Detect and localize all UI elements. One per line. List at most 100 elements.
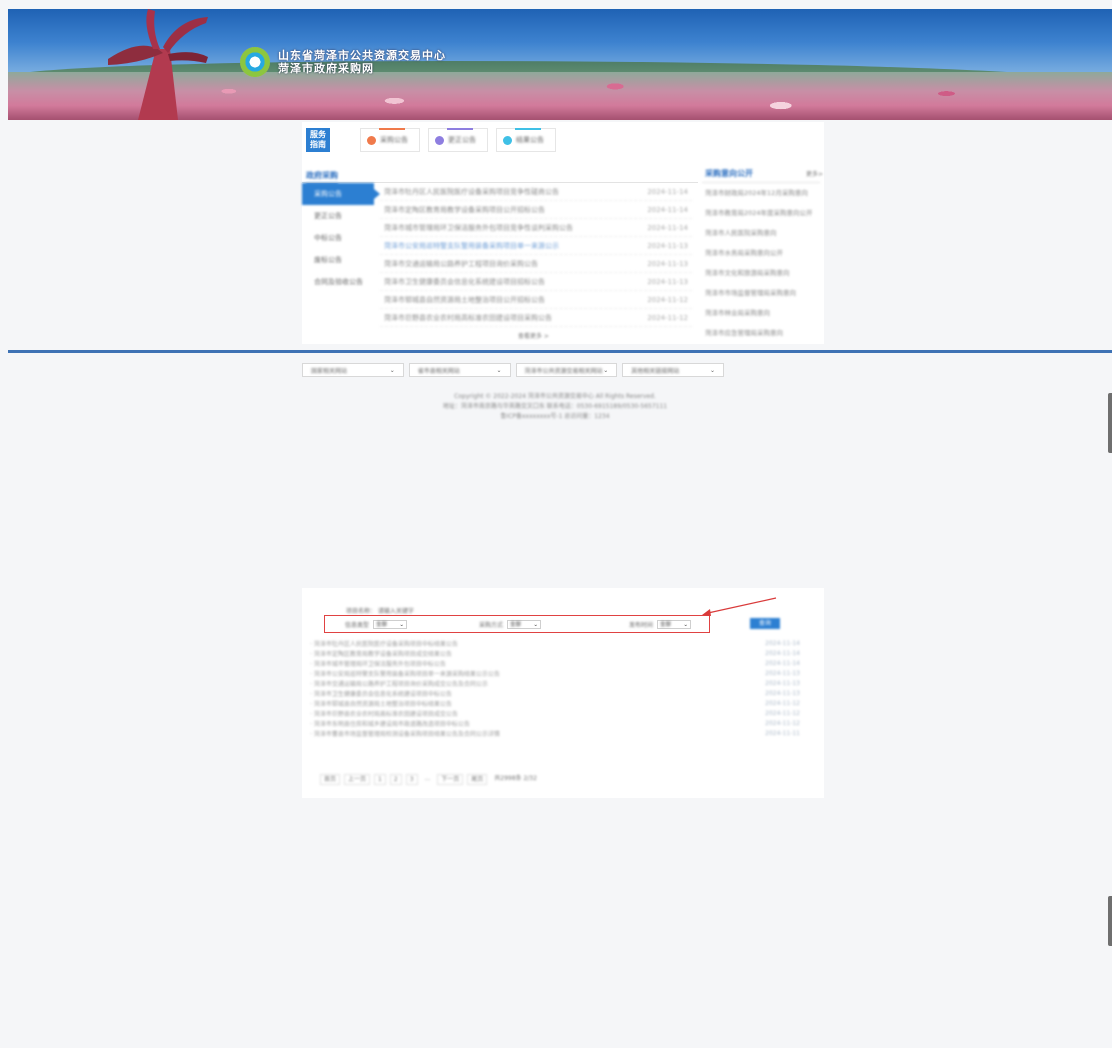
tab-accent-bar — [379, 128, 405, 130]
chevron-down-icon: ⌄ — [603, 366, 609, 374]
notice-title[interactable]: 菏泽市巨野县农业农村局高标准农田建设项目采购公告 — [384, 313, 552, 323]
chevron-down-icon: ⌄ — [683, 621, 689, 628]
links-select-province[interactable]: 省市县相关网站 ⌄ — [408, 363, 511, 377]
first-page-button[interactable]: 首页 — [320, 774, 341, 785]
list-item[interactable]: 菏泽市教育局2024年度采购意向公开 — [702, 203, 820, 223]
side-more-link[interactable]: 更多> — [806, 169, 823, 178]
service-tabs: 服务 指南 采购公告 更正公告 结果公告 — [302, 122, 824, 158]
table-row[interactable]: · 菏泽市公安局巡特警支队警用装备采购项目单一来源采购结果公示公告 2024-11… — [310, 668, 800, 678]
category-item[interactable]: 更正公告 — [302, 205, 374, 227]
table-row[interactable]: · 菏泽市定陶区教育局教学设备采购项目成交结果公告 2024-11-14 — [310, 648, 800, 658]
table-row[interactable]: · 菏泽市城市管理局环卫保洁服务外包项目中标公告 2024-11-14 — [310, 658, 800, 668]
tab-label: 采购公告 — [380, 136, 408, 144]
notice-title[interactable]: 菏泽市交通运输局公路养护工程项目询价采购公告 — [384, 259, 538, 269]
result-title[interactable]: · 菏泽市东明县住房和城乡建设局市政道路改造项目中标公告 — [310, 719, 470, 728]
category-item[interactable]: 废标公告 — [302, 249, 374, 271]
result-title[interactable]: · 菏泽市公安局巡特警支队警用装备采购项目单一来源采购结果公示公告 — [310, 669, 500, 678]
list-item[interactable]: 菏泽市郓城县自然资源局土地整治项目公开招标公告 2024-11-12 — [380, 291, 692, 309]
notice-list: 菏泽市牡丹区人民医院医疗设备采购项目竞争性磋商公告 2024-11-14 菏泽市定… — [380, 183, 692, 327]
scroll-handle[interactable] — [1108, 393, 1112, 453]
footer-copyright: Copyright © 2022-2024 菏泽市公共资源交易中心 All Ri… — [454, 393, 656, 400]
category-item[interactable]: 中标公告 — [302, 227, 374, 249]
links-select-other[interactable]: 其他相关链接网站 ⌄ — [622, 363, 724, 377]
links-select-city[interactable]: 菏泽市公共资源交易相关网站 ⌄ — [515, 363, 618, 377]
list-item[interactable]: 菏泽市文化和旅游局采购意向 — [702, 263, 820, 283]
sculpture-image — [108, 9, 208, 120]
result-title[interactable]: · 菏泽市巨野县农业农村局高标准农田建设项目成交公告 — [310, 709, 458, 718]
site-title-line1: 山东省菏泽市公共资源交易中心 — [278, 49, 446, 62]
chevron-down-icon: ⌄ — [496, 366, 502, 374]
info-type-select[interactable]: 全部 ⌄ — [373, 619, 408, 629]
select-value: 全部 — [376, 621, 388, 628]
notice-title[interactable]: 菏泽市城市管理局环卫保洁服务外包项目竞争性谈判采购公告 — [384, 223, 573, 233]
time-select[interactable]: 全部 ⌄ — [657, 619, 692, 629]
page-3-button[interactable]: 3 — [405, 774, 418, 785]
select-label: 省市县相关网站 — [417, 367, 460, 375]
result-title[interactable]: · 菏泽市定陶区教育局教学设备采购项目成交结果公告 — [310, 649, 452, 658]
notice-title[interactable]: 菏泽市公安局巡特警支队警用装备采购项目单一来源公示 — [384, 241, 559, 251]
category-item[interactable]: 采购公告 — [302, 183, 380, 205]
tab-correction-notice[interactable]: 更正公告 — [428, 128, 488, 152]
scroll-handle[interactable] — [1108, 896, 1112, 946]
tab-result-notice[interactable]: 结果公告 — [496, 128, 556, 152]
result-title[interactable]: · 菏泽市郓城县自然资源局土地整治项目中标结果公告 — [310, 699, 452, 708]
chevron-down-icon: ⌄ — [389, 366, 395, 374]
result-date: 2024-11-13 — [765, 679, 800, 687]
filter-label: 信息类型 — [345, 621, 370, 629]
last-page-button[interactable]: 尾页 — [467, 774, 488, 785]
notice-date: 2024-11-14 — [647, 205, 688, 214]
method-select[interactable]: 全部 ⌄ — [507, 619, 542, 629]
table-row[interactable]: · 菏泽市曹县市场监督管理局检测设备采购项目结果公告及合同公示详情 2024-11… — [310, 728, 800, 738]
page-1-button[interactable]: 1 — [374, 774, 386, 785]
table-row[interactable]: · 菏泽市卫生健康委员会信息化系统建设项目中标公告 2024-11-13 — [310, 688, 800, 698]
header-banner: 山东省菏泽市公共资源交易中心 菏泽市政府采购网 — [8, 9, 1112, 120]
list-item[interactable]: 菏泽市交通运输局公路养护工程项目询价采购公告 2024-11-13 — [380, 255, 692, 273]
list-item[interactable]: 菏泽市城市管理局环卫保洁服务外包项目竞争性谈判采购公告 2024-11-14 — [380, 219, 692, 237]
keyword-filter[interactable]: 项目名称： 请输入关键字 — [346, 606, 414, 615]
table-row[interactable]: · 菏泽市东明县住房和城乡建设局市政道路改造项目中标公告 2024-11-12 — [310, 718, 800, 728]
table-row[interactable]: · 菏泽市巨野县农业农村局高标准农田建设项目成交公告 2024-11-12 — [310, 708, 800, 718]
result-title[interactable]: · 菏泽市交通运输局公路养护工程项目询价采购成交公告及合同公示 — [310, 679, 488, 688]
notice-date: 2024-11-14 — [647, 223, 688, 232]
filter-label: 发布时间 — [629, 621, 654, 629]
next-page-button[interactable]: 下一页 — [437, 774, 464, 785]
prev-page-button[interactable]: 上一页 — [344, 774, 371, 785]
category-item[interactable]: 合同及验收公告 — [302, 271, 374, 293]
list-item[interactable]: 菏泽市巨野县农业农村局高标准农田建设项目采购公告 2024-11-12 — [380, 309, 692, 327]
table-row[interactable]: · 菏泽市交通运输局公路养护工程项目询价采购成交公告及合同公示 2024-11-1… — [310, 678, 800, 688]
notice-title[interactable]: 菏泽市定陶区教育局教学设备采购项目公开招标公告 — [384, 205, 545, 215]
tab-procurement-notice[interactable]: 采购公告 — [360, 128, 420, 152]
more-link[interactable]: 查看更多 > — [518, 331, 549, 340]
links-select-national[interactable]: 国家相关网站 ⌄ — [302, 363, 404, 377]
footer-icp: 鲁ICP备xxxxxxxx号-1 总访问量：1234 — [500, 413, 610, 420]
table-row[interactable]: · 菏泽市郓城县自然资源局土地整治项目中标结果公告 2024-11-12 — [310, 698, 800, 708]
notice-title[interactable]: 菏泽市牡丹区人民医院医疗设备采购项目竞争性磋商公告 — [384, 187, 559, 197]
side-section-title[interactable]: 采购意向公开 — [705, 168, 753, 179]
result-title[interactable]: · 菏泽市卫生健康委员会信息化系统建设项目中标公告 — [310, 689, 452, 698]
service-guide-badge[interactable]: 服务 指南 — [306, 128, 330, 152]
list-item[interactable]: 菏泽市定陶区教育局教学设备采购项目公开招标公告 2024-11-14 — [380, 201, 692, 219]
list-item[interactable]: 菏泽市牡丹区人民医院医疗设备采购项目竞争性磋商公告 2024-11-14 — [380, 183, 692, 201]
result-title[interactable]: · 菏泽市牡丹区人民医院医疗设备采购项目中标结果公告 — [310, 639, 458, 648]
chevron-down-icon: ⌄ — [399, 621, 405, 628]
notice-title[interactable]: 菏泽市卫生健康委员会信息化系统建设项目招标公告 — [384, 277, 545, 287]
site-title[interactable]: 山东省菏泽市公共资源交易中心 菏泽市政府采购网 — [278, 49, 446, 75]
list-item[interactable]: 菏泽市公安局巡特警支队警用装备采购项目单一来源公示 2024-11-13 — [380, 237, 692, 255]
notice-date: 2024-11-13 — [647, 277, 688, 286]
result-title[interactable]: · 菏泽市城市管理局环卫保洁服务外包项目中标公告 — [310, 659, 446, 668]
notice-title[interactable]: 菏泽市郓城县自然资源局土地整治项目公开招标公告 — [384, 295, 545, 305]
select-label: 其他相关链接网站 — [631, 367, 680, 375]
result-title[interactable]: · 菏泽市曹县市场监督管理局检测设备采购项目结果公告及合同公示详情 — [310, 729, 500, 738]
list-item[interactable]: 菏泽市人民医院采购意向 — [702, 223, 820, 243]
list-item[interactable]: 菏泽市财政局2024年12月采购意向 — [702, 183, 820, 203]
annotation-arrow-icon — [702, 597, 777, 616]
list-item[interactable]: 菏泽市卫生健康委员会信息化系统建设项目招标公告 2024-11-13 — [380, 273, 692, 291]
page-2-button[interactable]: 2 — [389, 774, 402, 785]
list-item[interactable]: 菏泽市林业局采购意向 — [702, 303, 820, 323]
list-item[interactable]: 菏泽市水务局采购意向公开 — [702, 243, 820, 263]
notice-date: 2024-11-12 — [647, 313, 688, 322]
list-item[interactable]: 菏泽市应急管理局采购意向 — [702, 323, 820, 343]
site-logo-icon[interactable] — [240, 47, 270, 77]
table-row[interactable]: · 菏泽市牡丹区人民医院医疗设备采购项目中标结果公告 2024-11-14 — [310, 638, 800, 648]
list-item[interactable]: 菏泽市市场监督管理局采购意向 — [702, 283, 820, 303]
